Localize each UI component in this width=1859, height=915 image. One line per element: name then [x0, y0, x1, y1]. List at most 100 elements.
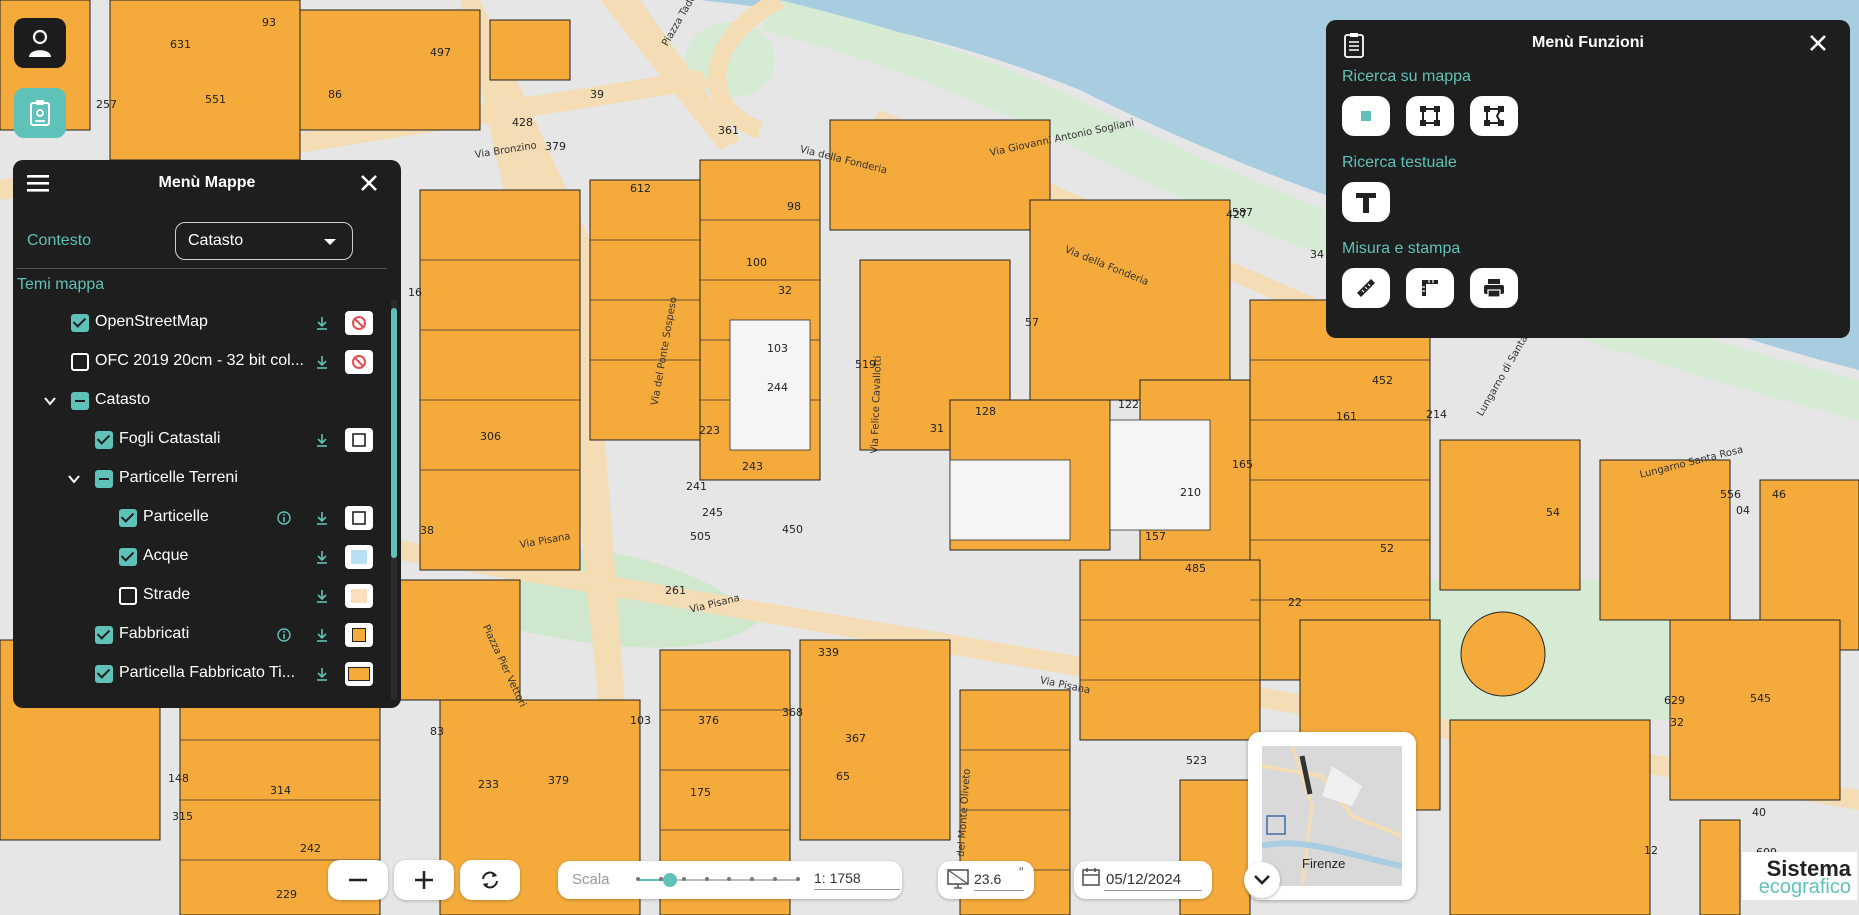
scale-slider-tick: [704, 877, 709, 881]
functions-menu-panel: Menù Funzioni Ricerca su mappa Ricerca t…: [1326, 20, 1850, 338]
layer-row[interactable]: Particelle Terreni: [13, 464, 401, 494]
parcel-number: 165: [1232, 458, 1253, 471]
polygon-select-icon: [1484, 106, 1504, 126]
overview-city-label: Firenze: [1302, 856, 1346, 871]
close-icon[interactable]: [359, 173, 379, 193]
map-app: Via della Fonderia Via Giovanni Antonio …: [0, 0, 1859, 915]
rectangle-select-button[interactable]: [1406, 96, 1454, 136]
parcel-number: 103: [630, 714, 651, 727]
layer-checkbox[interactable]: [95, 626, 113, 644]
parcel-number: 100: [746, 256, 767, 269]
download-icon[interactable]: [315, 511, 329, 525]
download-icon[interactable]: [315, 589, 329, 603]
legend-swatch-prohibited[interactable]: [345, 311, 373, 335]
layer-row[interactable]: Acque: [13, 542, 401, 572]
layer-checkbox[interactable]: [71, 353, 89, 371]
layer-checkbox[interactable]: [95, 470, 113, 488]
download-icon[interactable]: [315, 433, 329, 447]
layer-row[interactable]: OFC 2019 20cm - 32 bit col...: [13, 347, 401, 377]
parcel-number: 361: [718, 124, 739, 137]
parcel-number: 631: [170, 38, 191, 51]
legend-swatch-orange-wide[interactable]: [345, 662, 373, 686]
user-icon: [29, 29, 51, 57]
legend-swatch-light-peach[interactable]: [345, 584, 373, 608]
functions-menu-title: Menù Funzioni: [1532, 34, 1644, 51]
hamburger-icon[interactable]: [27, 174, 49, 192]
download-icon[interactable]: [315, 355, 329, 369]
layer-row[interactable]: OpenStreetMap: [13, 308, 401, 338]
legend-swatch-light-blue[interactable]: [345, 545, 373, 569]
layer-checkbox[interactable]: [71, 392, 89, 410]
ruler-button[interactable]: [1342, 268, 1390, 308]
text-search-button[interactable]: [1342, 182, 1390, 222]
point-select-button[interactable]: [1342, 96, 1390, 136]
maps-menu-header: Menù Mappe: [13, 160, 401, 206]
overview-map-image[interactable]: Firenze: [1262, 746, 1402, 886]
parcel-number: 52: [1380, 542, 1394, 555]
overview-toggle-button[interactable]: [1244, 862, 1280, 898]
parcel-number: 497: [430, 46, 451, 59]
parcel-number: 229: [276, 888, 297, 901]
legend-swatch-square-outline[interactable]: [345, 506, 373, 530]
square-outline-icon: [352, 511, 366, 525]
layer-row[interactable]: Strade: [13, 581, 401, 611]
user-button[interactable]: [14, 18, 66, 68]
info-icon[interactable]: [277, 511, 291, 525]
parcel-number: 210: [1180, 486, 1201, 499]
download-icon[interactable]: [315, 316, 329, 330]
layer-label: Acque: [143, 547, 189, 564]
parcel-number: 523: [1186, 754, 1207, 767]
zoom-in-button[interactable]: [394, 860, 454, 900]
legend-swatch-prohibited[interactable]: [345, 350, 373, 374]
maps-menu-title: Menù Mappe: [158, 174, 256, 191]
layer-label: Particelle Terreni: [119, 469, 238, 486]
parcel-number: 245: [702, 506, 723, 519]
legend-swatch-orange-square[interactable]: [345, 623, 373, 647]
functions-menu-button[interactable]: [14, 88, 66, 138]
parcel-number: 379: [545, 140, 566, 153]
close-icon[interactable]: [1808, 33, 1828, 53]
refresh-icon: [482, 871, 498, 889]
scale-slider-thumb[interactable]: [663, 873, 677, 887]
download-icon[interactable]: [315, 667, 329, 681]
zoom-out-button[interactable]: [328, 860, 388, 900]
clipboard-location-icon: [30, 100, 50, 126]
layer-checkbox[interactable]: [71, 314, 89, 332]
chevron-down-icon[interactable]: [67, 472, 81, 486]
chevron-down-icon[interactable]: [43, 394, 57, 408]
layer-row[interactable]: Fogli Catastali: [13, 425, 401, 455]
minus-icon: [349, 878, 367, 882]
context-select[interactable]: Catasto: [175, 222, 353, 260]
download-icon[interactable]: [315, 550, 329, 564]
layer-checkbox[interactable]: [95, 431, 113, 449]
layer-checkbox[interactable]: [119, 509, 137, 527]
parcel-number: 244: [767, 381, 788, 394]
area-measure-button[interactable]: [1406, 268, 1454, 308]
layer-row[interactable]: Fabbricati: [13, 620, 401, 650]
layer-label: Particella Fabbricato Ti...: [119, 664, 296, 681]
parcel-number: 505: [690, 530, 711, 543]
parcel-number: 241: [686, 480, 707, 493]
scale-control: Scala 1: 1758: [558, 861, 902, 899]
ruler-icon: [1357, 279, 1375, 297]
layer-row[interactable]: Particella Fabbricato Ti...: [13, 659, 401, 689]
refresh-button[interactable]: [460, 860, 520, 900]
scale-value-input[interactable]: 1: 1758: [814, 870, 900, 890]
layer-checkbox[interactable]: [119, 548, 137, 566]
layer-label: OFC 2019 20cm - 32 bit col...: [95, 352, 304, 369]
parcel-number: 519: [855, 358, 876, 371]
layer-row[interactable]: Catasto: [13, 386, 401, 416]
dpi-value-input[interactable]: 23.6: [974, 871, 1024, 891]
layer-checkbox[interactable]: [119, 587, 137, 605]
layer-row[interactable]: Particelle: [13, 503, 401, 533]
info-icon[interactable]: [277, 628, 291, 642]
date-input[interactable]: 05/12/2024: [1104, 871, 1202, 891]
layer-checkbox[interactable]: [95, 665, 113, 683]
legend-swatch-square-outline[interactable]: [345, 428, 373, 452]
parcel-number: 379: [548, 774, 569, 787]
context-select-value: Catasto: [188, 232, 244, 249]
prohibited-icon: [352, 316, 366, 330]
polygon-select-button[interactable]: [1470, 96, 1518, 136]
print-button[interactable]: [1470, 268, 1518, 308]
download-icon[interactable]: [315, 628, 329, 642]
